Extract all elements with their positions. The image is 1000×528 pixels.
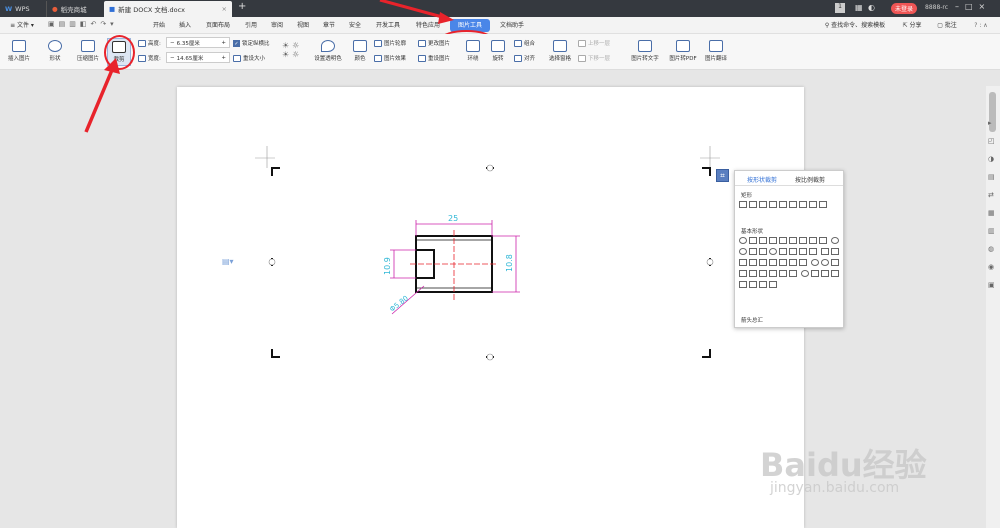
dimension-left: 10.9 <box>383 257 392 275</box>
right-sidebar: ▸ ◰ ◑ ▤ ⇄ ▦ ▥ ◍ ◉ ▣ <box>986 86 1000 528</box>
section-basic-label: 基本形状 <box>741 229 764 235</box>
baidu-watermark-url: jingyan.baidu.com <box>770 480 900 496</box>
dimension-right: 10.8 <box>505 254 514 272</box>
crop-dropdown-panel: 按形状裁剪 按比例裁剪 矩形 基本形状 箭头总汇 <box>734 170 844 328</box>
sidebar-tool-icons[interactable]: ▸ ◰ ◑ ▤ ⇄ ▦ ▥ ◍ ◉ ▣ <box>988 114 995 294</box>
crop-float-icon[interactable]: ⌗ <box>716 169 729 182</box>
technical-drawing: 25 10.9 10.8 Φ5.80 <box>383 214 520 315</box>
tab-crop-by-shape[interactable]: 按形状裁剪 <box>747 175 777 184</box>
rect-shapes[interactable] <box>738 200 842 211</box>
section-arrow-label: 箭头总汇 <box>741 318 764 324</box>
tab-crop-by-ratio[interactable]: 按比例裁剪 <box>795 175 825 184</box>
dimension-diameter: Φ5.80 <box>388 294 410 313</box>
basic-shapes[interactable] <box>738 236 842 291</box>
section-rect-label: 矩形 <box>741 193 753 199</box>
dimension-top: 25 <box>448 214 458 223</box>
